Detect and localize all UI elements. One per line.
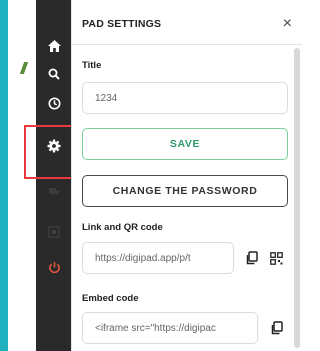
change-password-button[interactable]: CHANGE THE PASSWORD xyxy=(82,175,288,207)
scrollbar[interactable] xyxy=(294,48,300,348)
clock-icon[interactable] xyxy=(36,91,72,115)
qr-code-icon[interactable] xyxy=(268,250,284,266)
home-icon[interactable] xyxy=(36,34,72,58)
background-teal-strip xyxy=(0,0,8,351)
panel-title: PAD SETTINGS xyxy=(82,18,162,30)
embed-field[interactable]: <iframe src="https://digipac xyxy=(82,312,258,344)
hand-icon[interactable] xyxy=(36,177,72,201)
search-icon[interactable] xyxy=(36,62,72,86)
save-button[interactable]: SAVE xyxy=(82,128,288,160)
square-icon[interactable] xyxy=(36,220,72,244)
pad-settings-panel: PAD SETTINGS × Title 1234 SAVE CHANGE TH… xyxy=(72,0,302,351)
background-mark xyxy=(19,62,29,74)
panel-header: PAD SETTINGS × xyxy=(82,14,292,34)
title-label: Title xyxy=(82,60,102,71)
link-label: Link and QR code xyxy=(82,222,163,233)
copy-embed-icon[interactable] xyxy=(268,320,284,336)
copy-icon[interactable] xyxy=(243,250,259,266)
header-divider xyxy=(72,44,302,45)
link-field[interactable]: https://digipad.app/p/t xyxy=(82,242,234,274)
power-icon[interactable] xyxy=(36,255,72,279)
embed-label: Embed code xyxy=(82,293,139,304)
close-icon[interactable]: × xyxy=(283,16,292,32)
title-input[interactable]: 1234 xyxy=(82,82,288,114)
